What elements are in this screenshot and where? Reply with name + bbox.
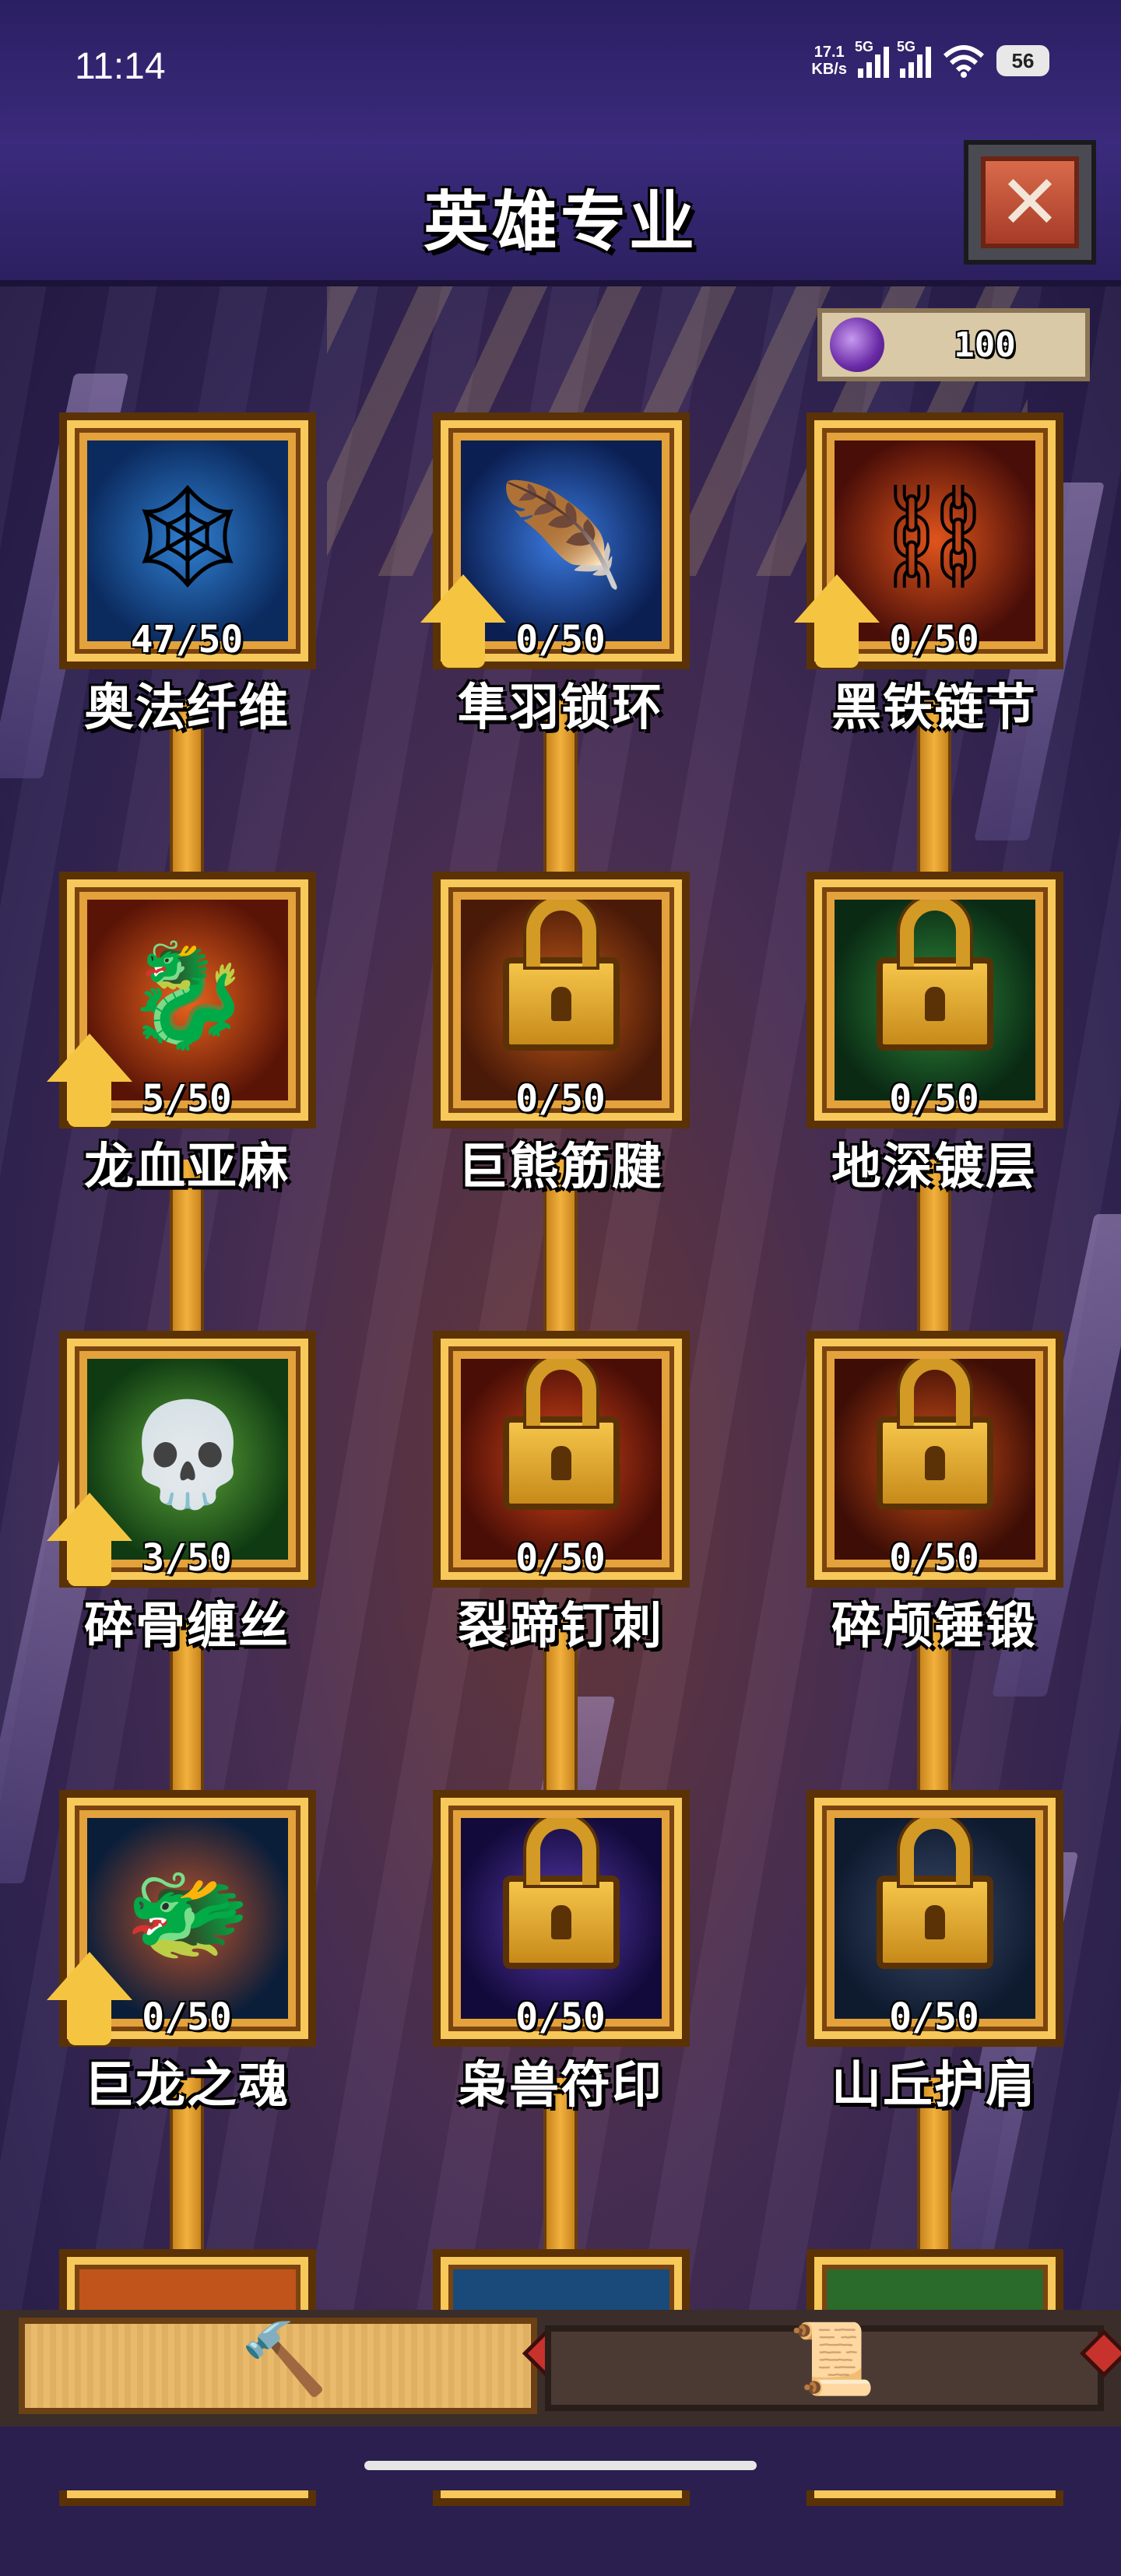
skill-level: 0/50 <box>889 1995 979 2039</box>
skill-art <box>835 1359 1035 1560</box>
lock-icon <box>503 1818 620 1970</box>
status-icons: 17.1 KB/s 5G 5G 56 <box>811 39 1049 78</box>
skill-name: 碎骨缠丝 <box>84 1598 290 1655</box>
upgrade-arrow-icon <box>420 574 506 668</box>
skill-card[interactable]: ⛓ 0/50 黑铁链节 <box>794 412 1074 739</box>
purple-essence-orb-icon <box>830 318 884 372</box>
skill-card[interactable]: 💀 3/50 碎骨缠丝 <box>47 1331 327 1658</box>
skill-name: 枭兽符印 <box>458 2057 663 2114</box>
lock-icon <box>877 900 993 1051</box>
skill-card[interactable]: 0/50 枭兽符印 <box>420 1790 701 2117</box>
skill-card[interactable]: 🪶 0/50 隼羽锁环 <box>420 412 701 739</box>
tab-forge[interactable]: 🔨 <box>19 2318 537 2414</box>
skill-card[interactable]: 0/50 巨熊筋腱 <box>420 872 701 1199</box>
tab-scroll[interactable]: 📜 <box>545 2325 1104 2411</box>
status-bar: 11:14 17.1 KB/s 5G 5G 56 <box>0 0 1121 140</box>
header-bar: 英雄专业 <box>0 140 1121 286</box>
network-speed-value: 17.1 <box>814 44 845 61</box>
lock-icon <box>877 1359 993 1511</box>
bottom-tab-bar: 🔨 📜 <box>0 2310 1121 2427</box>
skill-card[interactable]: 🕸 47/50 奥法纤维 <box>47 412 327 739</box>
skill-art <box>461 900 662 1100</box>
signal-icon: 5G <box>855 39 889 78</box>
skill-art <box>835 900 1035 1100</box>
bottom-strip <box>0 2427 1121 2490</box>
sim1-label: 5G <box>855 39 874 54</box>
scroll-icon: 📜 <box>788 2318 877 2400</box>
upgrade-arrow-icon <box>47 1952 132 2045</box>
upgrade-arrow-icon <box>794 574 880 668</box>
skill-glyph-icon: 🪶 <box>498 476 624 595</box>
network-speed-unit: KB/s <box>811 61 847 78</box>
skill-name: 黑铁链节 <box>831 679 1037 737</box>
skill-art <box>461 1818 662 2019</box>
skill-level: 47/50 <box>130 618 244 662</box>
lock-icon <box>877 1818 993 1970</box>
skill-glyph-icon: 🐲 <box>125 1854 251 1973</box>
skill-level: 0/50 <box>889 1077 979 1121</box>
skill-card[interactable]: 0/50 裂蹄钉刺 <box>420 1331 701 1658</box>
skill-glyph-icon: 🐉 <box>125 935 251 1055</box>
skill-glyph-icon: ⛓ <box>870 476 1000 595</box>
skill-name: 裂蹄钉刺 <box>458 1598 663 1655</box>
hammer-icon: 🔨 <box>240 2318 329 2400</box>
currency-display: 100 <box>817 308 1090 381</box>
skill-name: 山丘护肩 <box>831 2057 1037 2114</box>
skill-art <box>835 1818 1035 2019</box>
battery-indicator: 56 <box>996 45 1049 76</box>
page-title: 英雄专业 <box>423 184 698 260</box>
skill-name: 巨龙之魂 <box>84 2057 290 2114</box>
skill-art: 🕸 <box>87 440 288 641</box>
skill-name: 隼羽锁环 <box>458 679 663 737</box>
upgrade-arrow-icon <box>47 1034 132 1127</box>
close-button[interactable]: ✕ <box>964 140 1096 265</box>
skill-name: 巨熊筋腱 <box>458 1139 663 1196</box>
skill-name: 奥法纤维 <box>84 679 290 737</box>
skill-level: 0/50 <box>889 1536 979 1580</box>
home-indicator[interactable] <box>364 2461 757 2470</box>
status-time: 11:14 <box>75 46 166 87</box>
upgrade-arrow-icon <box>47 1493 132 1586</box>
skill-card[interactable]: 0/50 山丘护肩 <box>794 1790 1074 2117</box>
skill-art <box>461 1359 662 1560</box>
lock-icon <box>503 1359 620 1511</box>
skill-card[interactable]: 🐲 0/50 巨龙之魂 <box>47 1790 327 2117</box>
sim2-label: 5G <box>897 39 916 54</box>
skill-level: 0/50 <box>515 1536 606 1580</box>
signal-icon: 5G <box>897 39 931 78</box>
skill-glyph-icon: 🕸 <box>123 476 252 595</box>
skill-name: 碎颅锤锻 <box>831 1598 1037 1655</box>
close-icon: ✕ <box>981 156 1079 248</box>
skill-card[interactable]: 0/50 碎颅锤锻 <box>794 1331 1074 1658</box>
skill-name: 龙血亚麻 <box>84 1139 290 1196</box>
skill-level: 0/50 <box>515 1077 606 1121</box>
skill-level: 0/50 <box>515 1995 606 2039</box>
skill-card[interactable]: 🐉 5/50 龙血亚麻 <box>47 872 327 1199</box>
lock-icon <box>503 900 620 1051</box>
currency-value: 100 <box>954 325 1016 365</box>
wifi-icon <box>943 45 985 78</box>
network-speed: 17.1 KB/s <box>811 44 847 78</box>
skill-name: 地深镀层 <box>831 1139 1037 1196</box>
skill-glyph-icon: 💀 <box>125 1395 251 1514</box>
skill-card[interactable]: 0/50 地深镀层 <box>794 872 1074 1199</box>
